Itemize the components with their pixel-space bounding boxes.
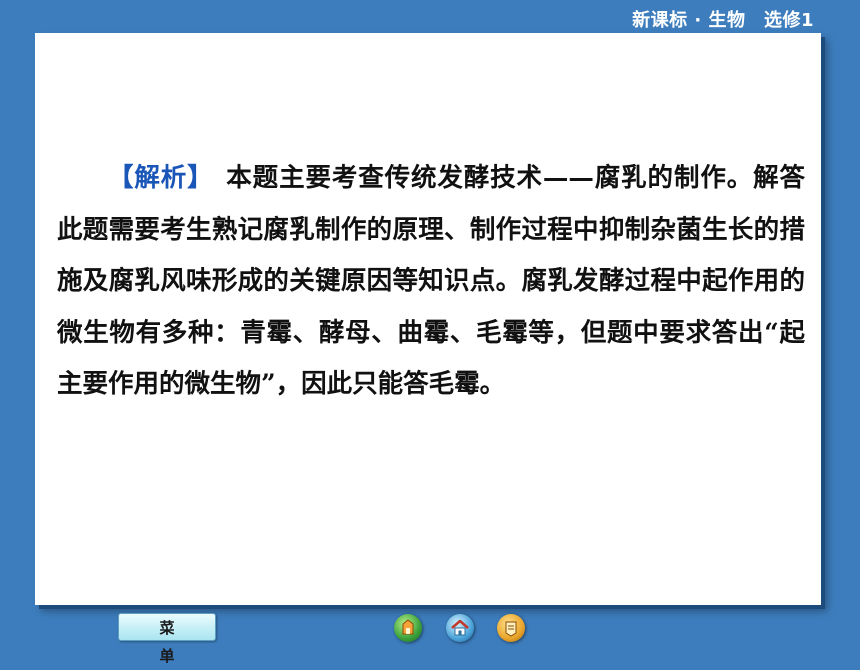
menu-button[interactable]: 菜单 [118,613,216,665]
previous-button[interactable] [394,614,422,642]
home-button[interactable] [446,614,474,642]
previous-icon [402,619,414,635]
content-panel: 【解析】 本题主要考查传统发酵技术——腐乳的制作。解答此题需要考生熟记腐乳制作的原… [35,33,821,605]
explanation-paragraph: 【解析】 本题主要考查传统发酵技术——腐乳的制作。解答此题需要考生熟记腐乳制作的原… [57,153,805,411]
analysis-tag: 【解析】 [108,163,214,193]
next-icon [505,621,517,637]
next-button[interactable] [497,614,525,642]
explanation-text: 本题主要考查传统发酵技术——腐乳的制作。解答此题需要考生熟记腐乳制作的原理、制作… [57,163,805,399]
course-title: 新课标 · 生物 选修1 [632,10,814,31]
home-icon [451,619,469,636]
